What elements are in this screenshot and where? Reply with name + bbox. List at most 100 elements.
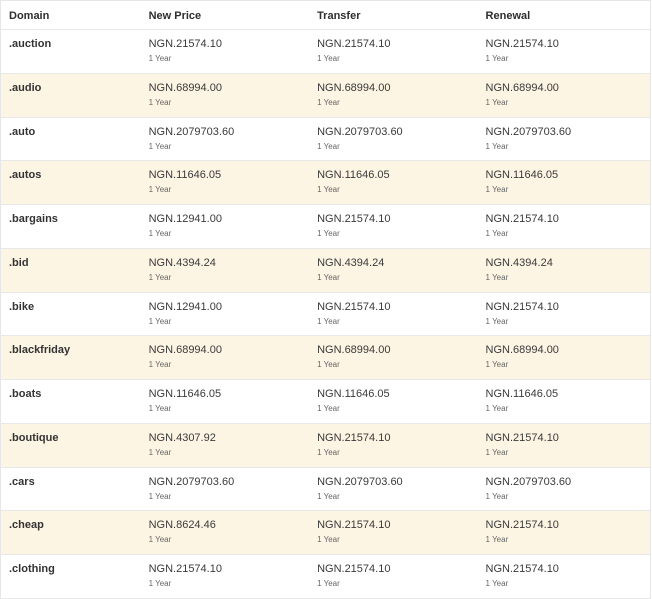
table-row: .boats NGN.11646.05 1 Year NGN.11646.05 1 Ye…	[1, 380, 650, 424]
new-price-cell: NGN.8624.46 1 Year	[141, 511, 309, 554]
domain-cell: .boats	[1, 380, 141, 423]
transfer-price-cell: NGN.2079703.60 1 Year	[309, 118, 477, 161]
price-value: NGN.11646.05	[317, 388, 390, 400]
price-value: NGN.4307.92	[148, 431, 216, 444]
price-value: NGN.21574.10	[148, 563, 222, 575]
table-row: .bike NGN.12941.00 1 Year NGN.21574.10 1 Yea…	[1, 293, 650, 337]
price-value: NGN.12941.00	[148, 300, 222, 313]
new-price-cell: NGN.21574.10 1 Year	[141, 30, 309, 73]
price-value: NGN.21574.10	[317, 213, 391, 225]
domain-name: .cheap	[9, 519, 44, 532]
new-price-cell: NGN.11646.05 1 Year	[141, 161, 309, 204]
price-value: NGN.21574.10	[317, 563, 391, 575]
price-value: NGN.11646.05	[317, 169, 390, 182]
new-price-cell: NGN.2079703.60 1 Year	[141, 468, 309, 511]
table-row: .clothing NGN.21574.10 1 Year NGN.21574.10 1…	[1, 555, 650, 599]
domain-cell: .bike	[1, 293, 141, 336]
domain-cell: .autos	[1, 161, 141, 204]
price-value: NGN.21574.10	[485, 431, 559, 444]
price-period: 1 Year	[485, 360, 509, 370]
transfer-price-cell: NGN.21574.10 1 Year	[309, 205, 477, 248]
price-value: NGN.2079703.60	[485, 475, 572, 488]
price-value: NGN.68994.00	[317, 81, 391, 94]
price-period: 1 Year	[148, 491, 172, 501]
domain-cell: .audio	[1, 74, 141, 117]
table-header-row: Domain New Price Transfer Renewal	[1, 0, 650, 30]
new-price-cell: NGN.12941.00 1 Year	[141, 205, 309, 248]
renewal-price-cell: NGN.11646.05 1 Year	[478, 380, 650, 423]
table-row: .bargains NGN.12941.00 1 Year NGN.21574.10 1…	[1, 205, 650, 249]
price-value: NGN.68994.00	[485, 344, 559, 357]
price-period: 1 Year	[317, 185, 340, 195]
table-body: .auction NGN.21574.10 1 Year NGN.21574.10 1 …	[1, 30, 650, 599]
price-period: 1 Year	[148, 360, 172, 370]
price-value: NGN.68994.00	[148, 344, 222, 357]
transfer-price-cell: NGN.11646.05 1 Year	[309, 161, 477, 204]
table-row: .boutique NGN.4307.92 1 Year NGN.21574.10 1 …	[1, 423, 650, 468]
table-row: .auction NGN.21574.10 1 Year NGN.21574.10 1 …	[1, 30, 650, 74]
table-row: .auto NGN.2079703.60 1 Year NGN.2079703.60 1…	[1, 118, 650, 162]
renewal-price-cell: NGN.21574.10 1 Year	[478, 555, 650, 598]
domain-pricing-table: Domain New Price Transfer Renewal .aucti…	[0, 0, 651, 599]
price-period: 1 Year	[485, 447, 509, 457]
renewal-price-cell: NGN.21574.10 1 Year	[478, 293, 650, 336]
price-period: 1 Year	[148, 579, 172, 588]
transfer-price-cell: NGN.11646.05 1 Year	[309, 380, 477, 423]
price-value: NGN.21574.10	[317, 38, 391, 50]
transfer-price-cell: NGN.2079703.60 1 Year	[309, 468, 477, 511]
price-period: 1 Year	[485, 54, 509, 63]
new-price-cell: NGN.21574.10 1 Year	[141, 555, 309, 598]
price-value: NGN.11646.05	[485, 388, 559, 400]
price-value: NGN.21574.10	[148, 38, 222, 50]
new-price-cell: NGN.4307.92 1 Year	[141, 424, 309, 467]
domain-name: .cars	[9, 475, 35, 488]
column-header-transfer: Transfer	[317, 10, 361, 22]
price-period: 1 Year	[485, 404, 509, 413]
price-period: 1 Year	[485, 491, 509, 501]
price-period: 1 Year	[485, 97, 509, 107]
table-row: .blackfriday NGN.68994.00 1 Year NGN.68994.…	[1, 336, 650, 380]
renewal-price-cell: NGN.68994.00 1 Year	[478, 336, 650, 379]
price-period: 1 Year	[317, 272, 340, 282]
domain-cell: .blackfriday	[1, 336, 141, 379]
price-value: NGN.2079703.60	[317, 125, 403, 138]
price-value: NGN.21574.10	[485, 213, 559, 225]
domain-cell: .clothing	[1, 555, 141, 598]
price-value: NGN.12941.00	[148, 213, 222, 225]
price-period: 1 Year	[317, 54, 340, 63]
domain-name: .boutique	[9, 431, 59, 444]
new-price-cell: NGN.68994.00 1 Year	[141, 74, 309, 117]
transfer-price-cell: NGN.21574.10 1 Year	[309, 511, 477, 554]
domain-cell: .cheap	[1, 511, 141, 554]
domain-cell: .auto	[1, 118, 141, 161]
column-header-renewal: Renewal	[485, 10, 531, 22]
price-value: NGN.2079703.60	[317, 475, 403, 488]
renewal-price-cell: NGN.11646.05 1 Year	[478, 161, 650, 204]
new-price-cell: NGN.68994.00 1 Year	[141, 336, 309, 379]
new-price-cell: NGN.2079703.60 1 Year	[141, 118, 309, 161]
domain-name: .bid	[9, 256, 29, 269]
price-period: 1 Year	[148, 404, 172, 413]
price-value: NGN.21574.10	[317, 300, 391, 313]
price-value: NGN.4394.24	[317, 256, 385, 269]
price-value: NGN.21574.10	[485, 38, 559, 50]
renewal-price-cell: NGN.2079703.60 1 Year	[478, 468, 650, 511]
domain-name: .blackfriday	[9, 344, 71, 357]
domain-name: .bargains	[9, 213, 58, 225]
renewal-price-cell: NGN.2079703.60 1 Year	[478, 118, 650, 161]
price-value: NGN.4394.24	[485, 256, 553, 269]
price-period: 1 Year	[485, 535, 509, 545]
domain-cell: .cars	[1, 468, 141, 511]
transfer-price-cell: NGN.21574.10 1 Year	[309, 293, 477, 336]
price-value: NGN.21574.10	[317, 431, 391, 444]
price-period: 1 Year	[148, 97, 172, 107]
domain-name: .autos	[9, 169, 42, 182]
price-period: 1 Year	[148, 54, 172, 63]
price-period: 1 Year	[317, 97, 340, 107]
price-period: 1 Year	[485, 316, 509, 326]
price-value: NGN.21574.10	[317, 519, 391, 532]
table-row: .autos NGN.11646.05 1 Year NGN.11646.05 1 Ye…	[1, 161, 650, 205]
price-value: NGN.68994.00	[317, 344, 391, 357]
price-period: 1 Year	[317, 404, 340, 413]
transfer-price-cell: NGN.4394.24 1 Year	[309, 249, 477, 292]
